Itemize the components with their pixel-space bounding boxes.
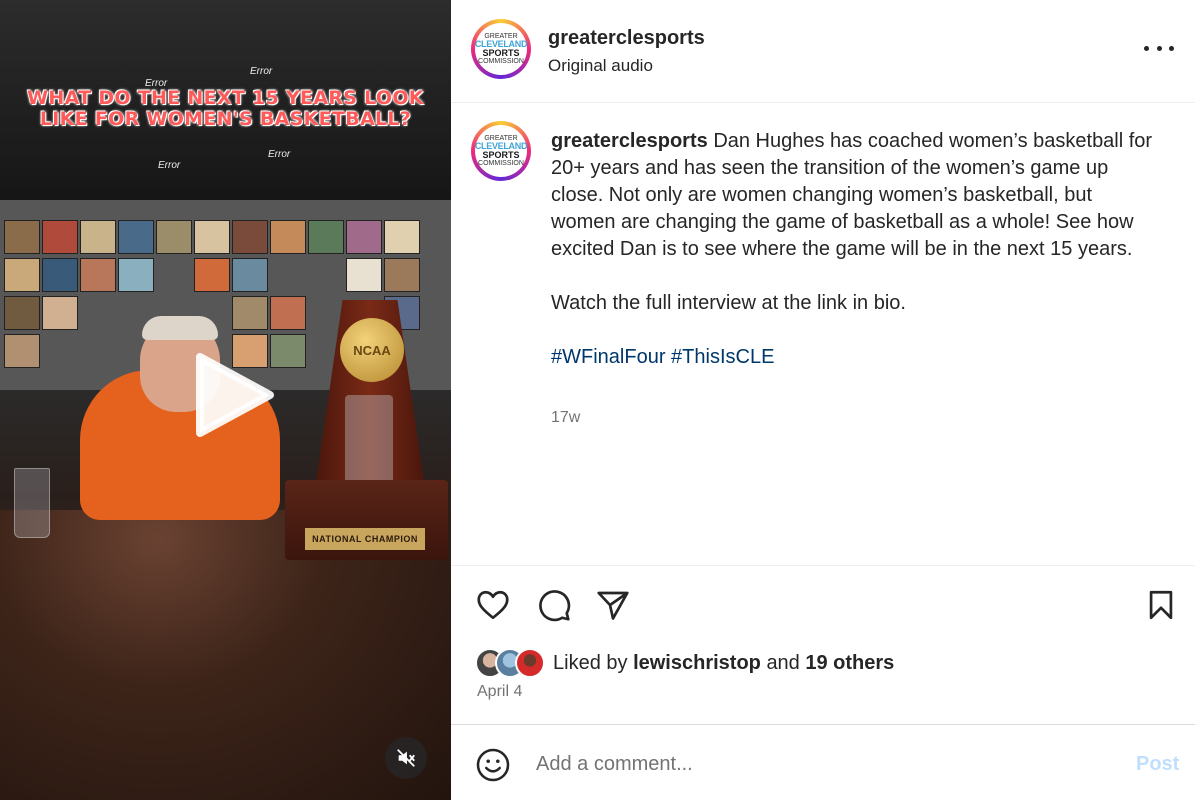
original-audio-link[interactable]: Original audio <box>548 56 653 76</box>
overlay-error-4: Error <box>158 160 181 171</box>
video-player[interactable]: NCAA NATIONAL CHAMPION Error Error Error… <box>0 0 451 800</box>
like-button[interactable] <box>473 585 513 625</box>
profile-avatar[interactable]: GREATER CLEVELAND SPORTS COMMISSION <box>471 19 531 79</box>
post-caption: greaterclesports Dan Hughes has coached … <box>551 128 1161 398</box>
caption-username[interactable]: greaterclesports <box>551 130 708 152</box>
avatar-line-commission: COMMISSION <box>478 160 524 167</box>
play-button[interactable] <box>180 345 280 445</box>
avatar-line-sports: SPORTS <box>482 48 520 58</box>
likes-row: Liked by lewischristop and 19 others <box>475 647 894 679</box>
person-hair <box>142 316 218 340</box>
heart-icon <box>477 590 509 620</box>
comment-bar: Add a comment... Post <box>451 724 1195 800</box>
muted-speaker-icon <box>397 749 415 767</box>
post-time-ago[interactable]: 17w <box>551 409 580 427</box>
post-header: GREATER CLEVELAND SPORTS COMMISSION grea… <box>451 0 1195 103</box>
liker-avatar[interactable] <box>515 648 545 678</box>
post-date[interactable]: April 4 <box>477 683 522 701</box>
caption-avatar[interactable]: GREATER CLEVELAND SPORTS COMMISSION <box>471 121 531 181</box>
trophy-plate: NATIONAL CHAMPION <box>305 528 425 550</box>
comment-icon <box>539 590 571 622</box>
likes-summary[interactable]: Liked by lewischristop and 19 others <box>553 652 894 675</box>
header-username[interactable]: greaterclesports <box>548 27 705 50</box>
comment-button[interactable] <box>534 585 574 625</box>
drinking-glass <box>14 468 50 538</box>
likes-and: and <box>766 651 800 674</box>
emoji-icon <box>476 748 510 782</box>
avatar-line-commission: COMMISSION <box>478 58 524 65</box>
dot-icon <box>1156 45 1162 51</box>
more-options-button[interactable] <box>1144 38 1174 58</box>
emoji-button[interactable] <box>473 745 513 785</box>
hashtag-wfinalfour[interactable]: #WFinalFour <box>551 346 665 368</box>
likes-others[interactable]: 19 others <box>805 652 894 674</box>
dot-icon <box>1144 45 1149 51</box>
avatar-line-sports: SPORTS <box>482 150 520 160</box>
hashtag-thisiscle[interactable]: #ThisIsCLE <box>671 346 774 368</box>
play-icon <box>196 353 274 437</box>
trophy-top: NCAA <box>340 318 404 382</box>
send-icon <box>597 591 629 620</box>
share-button[interactable] <box>593 585 633 625</box>
mute-button[interactable] <box>385 737 427 779</box>
dot-icon <box>1169 45 1174 51</box>
likes-user[interactable]: lewischristop <box>633 652 761 674</box>
video-headline: WHAT DO THE NEXT 15 YEARS LOOK LIKE FOR … <box>27 87 424 130</box>
overlay-error-3: Error <box>268 149 291 160</box>
actions-divider <box>451 565 1195 566</box>
save-button[interactable] <box>1141 585 1181 625</box>
bookmark-icon <box>1149 590 1173 620</box>
likes-prefix: Liked by <box>553 651 628 674</box>
post-panel: GREATER CLEVELAND SPORTS COMMISSION grea… <box>451 0 1195 800</box>
overlay-error-2: Error <box>250 66 273 77</box>
post-comment-button[interactable]: Post <box>1136 753 1179 776</box>
comment-input[interactable]: Add a comment... <box>536 753 693 776</box>
caption-line2: Watch the full interview at the link in … <box>551 292 906 314</box>
